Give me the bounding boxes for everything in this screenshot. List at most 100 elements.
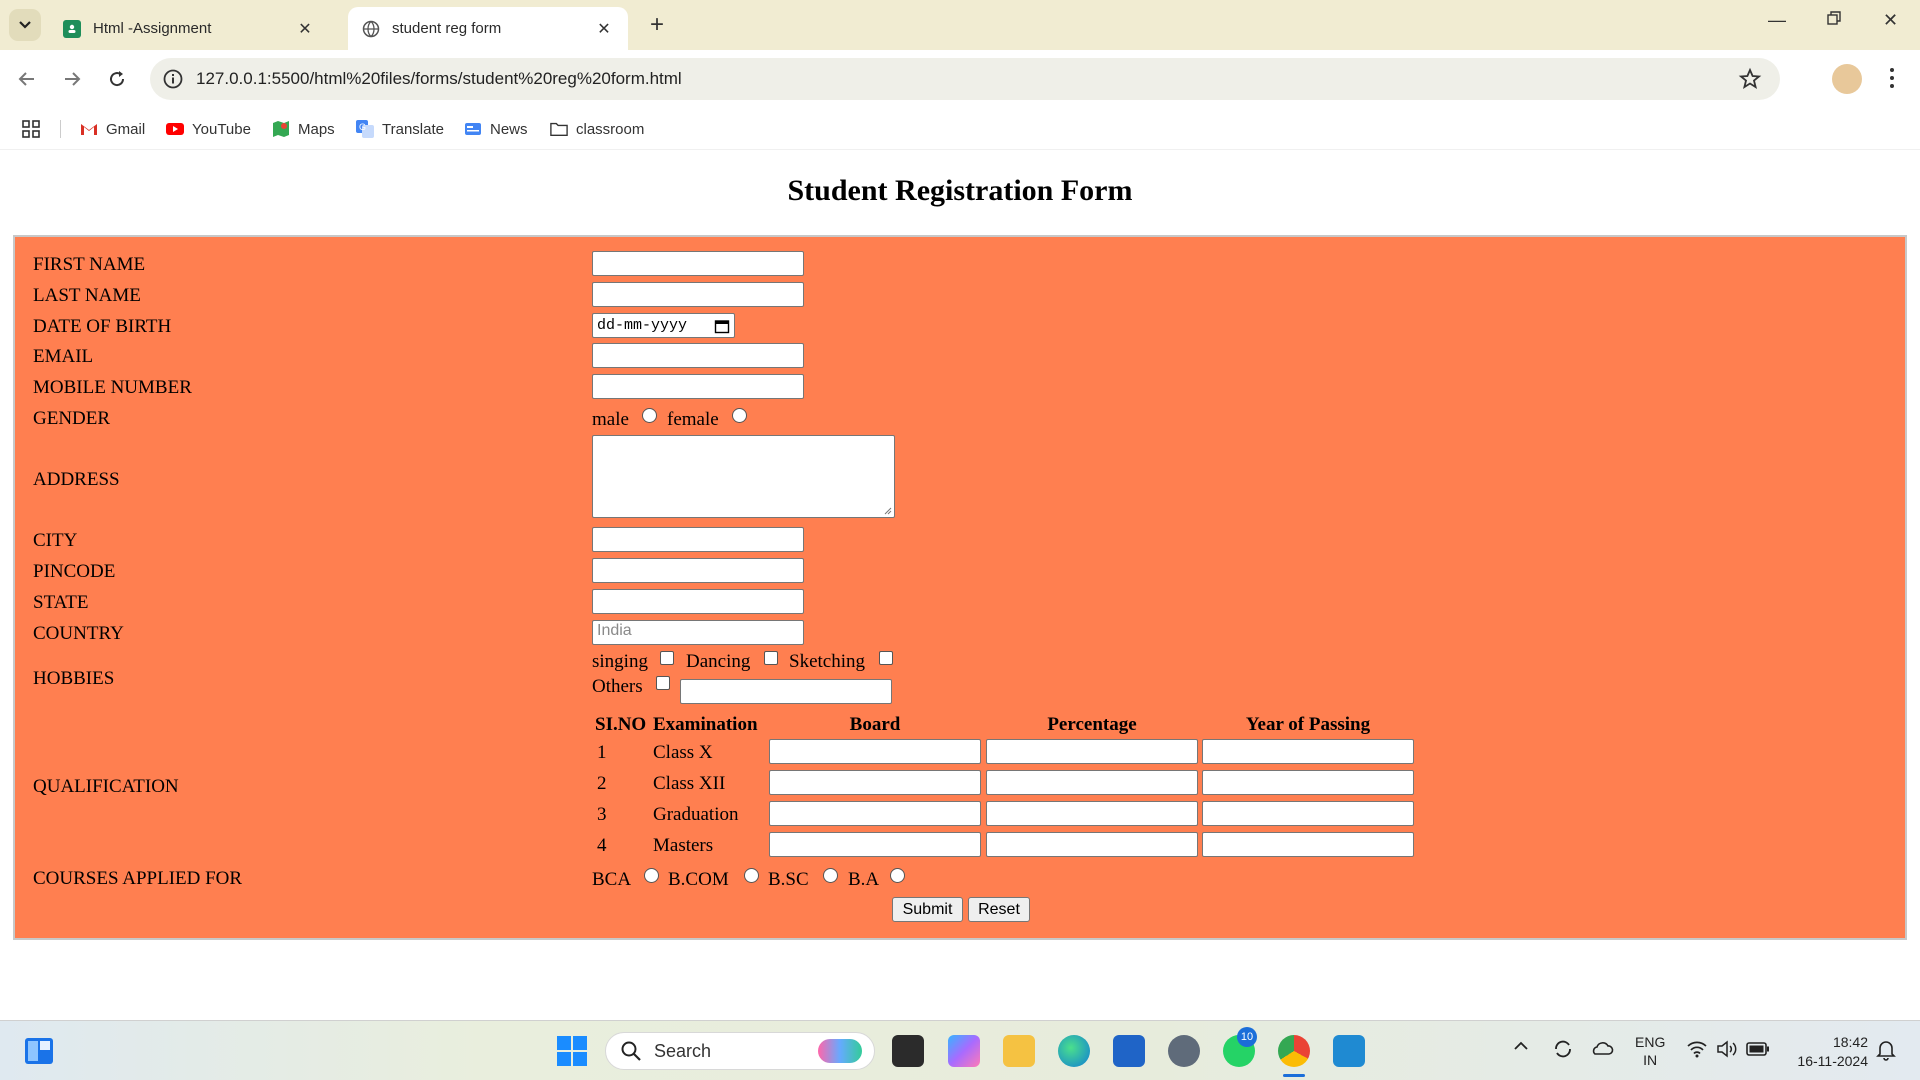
bookmark-translate[interactable]: G Translate xyxy=(356,118,444,140)
reload-icon[interactable] xyxy=(102,64,132,94)
edge-icon[interactable] xyxy=(1058,1035,1090,1067)
taskbar-search-box[interactable]: Search xyxy=(605,1032,875,1070)
tab-student-reg-form[interactable]: student reg form ✕ xyxy=(348,7,628,50)
country-input[interactable]: India xyxy=(592,620,804,645)
city-input[interactable] xyxy=(592,527,804,552)
gender-male-radio[interactable] xyxy=(642,408,657,423)
gender-female-label: female xyxy=(667,409,719,430)
registration-form: FIRST NAME LAST NAME DATE OF BIRTH EMAIL… xyxy=(13,235,1907,940)
state-input[interactable] xyxy=(592,589,804,614)
table-header-year: Year of Passing xyxy=(1245,714,1371,735)
hobby-others-checkbox[interactable] xyxy=(656,676,670,690)
label-country: COUNTRY xyxy=(33,623,124,644)
board-input-class-x[interactable] xyxy=(769,739,981,764)
dob-date-input[interactable]: dd-mm-yyyy xyxy=(592,313,735,338)
restore-icon[interactable] xyxy=(1826,10,1842,31)
youtube-icon xyxy=(166,123,184,135)
label-qualification: QUALIFICATION xyxy=(33,776,179,797)
bookmark-maps[interactable]: Maps xyxy=(272,118,335,140)
label-email: EMAIL xyxy=(33,346,94,367)
notification-bell-icon[interactable] xyxy=(1876,1039,1896,1064)
gender-female-radio[interactable] xyxy=(732,408,747,423)
email-input[interactable] xyxy=(592,343,804,368)
resize-handle-icon[interactable] xyxy=(882,505,892,515)
page-title: Student Registration Form xyxy=(787,174,1133,207)
first-name-input[interactable] xyxy=(592,251,804,276)
tab-html-assignment[interactable]: Html -Assignment ✕ xyxy=(49,7,329,50)
region-code: IN xyxy=(1643,1052,1658,1068)
close-tab-icon[interactable]: ✕ xyxy=(594,19,614,39)
minimize-icon[interactable]: — xyxy=(1768,10,1786,31)
microsoft-store-icon[interactable] xyxy=(1113,1035,1145,1067)
address-bar[interactable]: 127.0.0.1:5500/html%20files/forms/studen… xyxy=(150,58,1780,100)
bookmark-classroom[interactable]: classroom xyxy=(550,118,644,140)
widgets-icon[interactable] xyxy=(24,1037,54,1065)
bookmark-news[interactable]: News xyxy=(464,118,528,140)
chrome-icon[interactable] xyxy=(1278,1035,1310,1067)
forward-arrow-icon[interactable] xyxy=(57,64,87,94)
new-tab-button[interactable]: + xyxy=(650,12,664,38)
globe-icon xyxy=(362,20,380,38)
table-row-exam: Class X xyxy=(653,742,713,763)
pincode-input[interactable] xyxy=(592,558,804,583)
windows-taskbar: Search 10 ENG IN 18:42 16-11-2024 xyxy=(0,1020,1920,1080)
windows-start-icon[interactable] xyxy=(556,1035,588,1067)
percentage-input-masters[interactable] xyxy=(986,832,1198,857)
language-indicator[interactable]: ENG IN xyxy=(1635,1033,1665,1069)
hobby-singing-label: singing xyxy=(592,651,648,672)
back-arrow-icon[interactable] xyxy=(12,64,42,94)
vscode-icon[interactable] xyxy=(1333,1035,1365,1067)
search-highlight-icon xyxy=(818,1039,862,1063)
onedrive-cloud-icon[interactable] xyxy=(1590,1040,1614,1059)
hobby-sketching-checkbox[interactable] xyxy=(879,651,893,665)
language-code: ENG xyxy=(1635,1034,1666,1050)
site-info-icon[interactable] xyxy=(162,68,184,90)
show-hidden-icons-chevron-icon[interactable] xyxy=(1513,1039,1529,1055)
label-pincode: PINCODE xyxy=(33,561,116,582)
label-courses: COURSES APPLIED FOR xyxy=(33,868,243,889)
percentage-input-graduation[interactable] xyxy=(986,801,1198,826)
calendar-icon[interactable] xyxy=(714,318,730,334)
board-input-class-xii[interactable] xyxy=(769,770,981,795)
profile-avatar[interactable] xyxy=(1832,64,1862,94)
reset-button[interactable]: Reset xyxy=(968,897,1030,922)
address-textarea[interactable] xyxy=(592,435,895,518)
wifi-icon[interactable] xyxy=(1686,1040,1708,1061)
bookmark-gmail[interactable]: Gmail xyxy=(80,118,145,140)
bookmark-star-icon[interactable] xyxy=(1738,67,1762,91)
year-input-graduation[interactable] xyxy=(1202,801,1414,826)
close-tab-icon[interactable]: ✕ xyxy=(295,19,315,39)
volume-icon[interactable] xyxy=(1716,1040,1738,1061)
mobile-input[interactable] xyxy=(592,374,804,399)
sync-icon[interactable] xyxy=(1552,1038,1574,1063)
hobby-dancing-checkbox[interactable] xyxy=(764,651,778,665)
bookmark-label: YouTube xyxy=(192,120,251,138)
apps-grid-icon[interactable] xyxy=(22,118,40,140)
course-bca-radio[interactable] xyxy=(644,868,659,883)
hobby-others-input[interactable] xyxy=(680,679,892,704)
bookmark-label: Maps xyxy=(298,120,335,138)
year-input-class-x[interactable] xyxy=(1202,739,1414,764)
year-input-class-xii[interactable] xyxy=(1202,770,1414,795)
menu-kebab-icon[interactable] xyxy=(1885,63,1899,93)
percentage-input-class-x[interactable] xyxy=(986,739,1198,764)
course-bcom-radio[interactable] xyxy=(744,868,759,883)
percentage-input-class-xii[interactable] xyxy=(986,770,1198,795)
file-explorer-icon[interactable] xyxy=(1003,1035,1035,1067)
copilot-icon[interactable] xyxy=(948,1035,980,1067)
clock[interactable]: 18:42 16-11-2024 xyxy=(1786,1033,1868,1071)
course-ba-radio[interactable] xyxy=(890,868,905,883)
task-view-icon[interactable] xyxy=(892,1035,924,1067)
course-bsc-radio[interactable] xyxy=(823,868,838,883)
submit-button[interactable]: Submit xyxy=(892,897,963,922)
last-name-input[interactable] xyxy=(592,282,804,307)
settings-gear-icon[interactable] xyxy=(1168,1035,1200,1067)
board-input-masters[interactable] xyxy=(769,832,981,857)
close-window-icon[interactable]: ✕ xyxy=(1883,10,1898,31)
tab-search-dropdown[interactable] xyxy=(9,9,41,41)
board-input-graduation[interactable] xyxy=(769,801,981,826)
bookmark-youtube[interactable]: YouTube xyxy=(166,118,251,140)
hobby-singing-checkbox[interactable] xyxy=(660,651,674,665)
year-input-masters[interactable] xyxy=(1202,832,1414,857)
battery-icon[interactable] xyxy=(1746,1042,1770,1059)
